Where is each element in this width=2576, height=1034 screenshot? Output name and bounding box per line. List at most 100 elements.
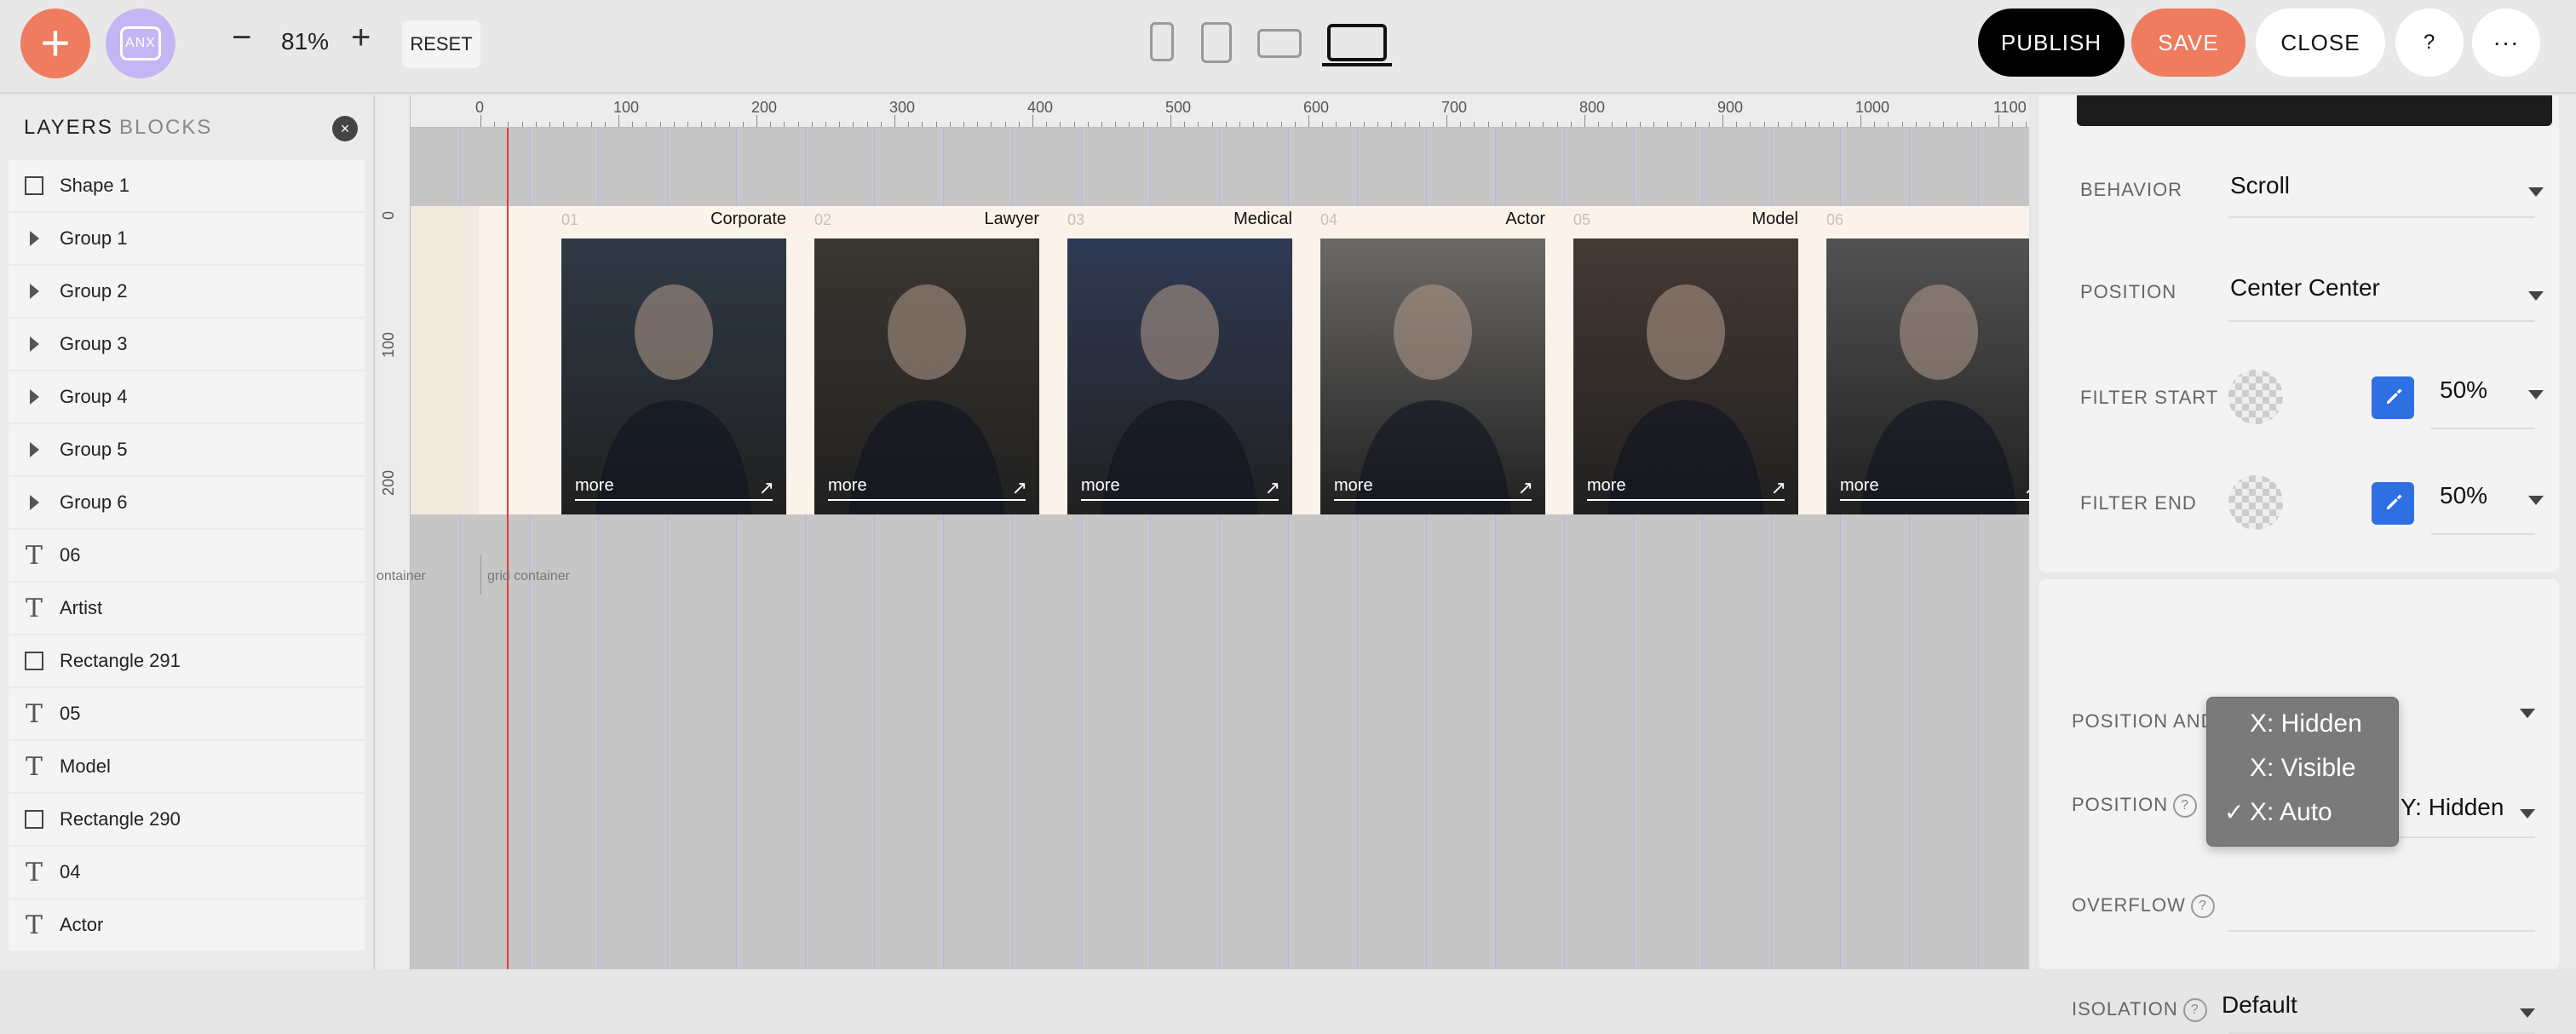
layer-item[interactable]: T Actor [9, 899, 365, 951]
ruler-tick [1184, 122, 1186, 127]
overflow-x-dropdown[interactable]: X: Hidden X: Visible X: Auto ✓ [2206, 697, 2399, 847]
layer-label: 05 [60, 703, 81, 724]
ruler-tick [1446, 115, 1447, 127]
zoom-in-button[interactable]: + [351, 20, 371, 55]
filter-end-value[interactable]: 50% [2440, 482, 2487, 509]
grid-container-label: grid container [487, 569, 570, 583]
card-more-link[interactable]: more [1334, 476, 1373, 496]
expand-triangle-icon[interactable] [9, 495, 60, 510]
layer-item[interactable]: Group 3 [9, 319, 365, 370]
ruler-tick [908, 122, 910, 127]
guide-line[interactable] [507, 128, 509, 969]
layer-item[interactable]: Group 4 [9, 371, 365, 422]
filter-start-color-swatch[interactable] [2228, 370, 2283, 424]
eyedropper-icon[interactable] [2372, 376, 2414, 419]
vertical-ruler: 0 100 200 [377, 95, 411, 969]
layer-item[interactable]: T Model [9, 741, 365, 792]
tablet-landscape-view-icon[interactable] [1257, 29, 1302, 58]
layer-item[interactable]: Rectangle 291 [9, 635, 365, 686]
reset-zoom-button[interactable]: RESET [402, 20, 480, 68]
ruler-tick [1336, 122, 1337, 127]
layer-item[interactable]: Shape 1 [9, 160, 365, 211]
portrait-card[interactable]: more ↗ [1320, 238, 1545, 514]
ruler-tick [715, 122, 716, 127]
behavior-select[interactable]: Scroll [2230, 172, 2290, 199]
ruler-tick [494, 122, 496, 127]
portrait-card[interactable]: more ↗ [814, 238, 1039, 514]
help-icon[interactable]: ? [2173, 794, 2198, 819]
card-more-link[interactable]: more [1587, 476, 1626, 496]
dropdown-option[interactable]: X: Auto [2250, 798, 2332, 827]
position-select[interactable]: Center Center [2230, 274, 2380, 302]
ruler-tick [1225, 122, 1227, 127]
help-icon[interactable]: ? [2190, 894, 2215, 919]
card-underline [1840, 499, 2029, 501]
ruler-tick [1308, 115, 1309, 127]
portrait-card[interactable]: more ↗ [561, 238, 786, 514]
chevron-down-icon[interactable] [2528, 291, 2544, 301]
design-canvas[interactable]: 0 100 200 300 400 500 600 700 800 900 1000 1100 0 10… [377, 95, 2029, 969]
ruler-left-label: 0 [380, 210, 397, 220]
expand-triangle-icon[interactable] [9, 389, 60, 405]
portrait-card[interactable]: more ↗ [1573, 238, 1798, 514]
dropdown-option[interactable]: X: Visible [2250, 754, 2356, 783]
expand-triangle-icon[interactable] [9, 336, 60, 352]
ruler-tick [1915, 122, 1917, 127]
save-button[interactable]: SAVE [2131, 9, 2245, 77]
layer-item[interactable]: Rectangle 290 [9, 794, 365, 845]
ruler-top-label: 500 [1165, 99, 1192, 116]
phone-view-icon[interactable] [1150, 22, 1174, 61]
layer-item[interactable]: T 04 [9, 847, 365, 898]
filter-end-color-swatch[interactable] [2228, 475, 2283, 530]
expand-triangle-icon[interactable] [9, 284, 60, 299]
ruler-tick [728, 122, 730, 127]
zoom-out-button[interactable]: − [232, 20, 251, 55]
layer-item[interactable]: T 06 [9, 530, 365, 581]
chevron-down-icon[interactable] [2528, 496, 2544, 505]
card-more-link[interactable]: more [1081, 476, 1120, 496]
eyedropper-icon[interactable] [2372, 482, 2414, 525]
portrait-card[interactable]: more ↗ [1826, 238, 2029, 514]
chevron-down-icon[interactable] [2528, 187, 2544, 197]
help-button[interactable]: ? [2395, 9, 2464, 77]
tablet-view-icon[interactable] [1201, 22, 1232, 63]
layer-item[interactable]: Group 2 [9, 266, 365, 317]
isolation-select[interactable]: Default [2222, 991, 2297, 1019]
app-logo-button[interactable]: ANX [106, 9, 175, 78]
layer-item[interactable]: T Artist [9, 583, 365, 634]
layer-item[interactable]: T 05 [9, 688, 365, 739]
portrait-card[interactable]: more ↗ [1067, 238, 1292, 514]
card-more-link[interactable]: more [1840, 476, 1879, 496]
ruler-tick [687, 122, 688, 127]
text-icon: T [25, 751, 43, 782]
overflow-y-value[interactable]: Y: Hidden [2401, 794, 2504, 821]
ruler-tick [1970, 122, 1972, 127]
card-more-link[interactable]: more [828, 476, 867, 496]
card-more-link[interactable]: more [575, 476, 614, 496]
layer-label: Group 1 [60, 227, 128, 249]
more-menu-button[interactable]: ··· [2472, 9, 2540, 77]
dropdown-option[interactable]: X: Hidden [2250, 709, 2362, 738]
tab-blocks[interactable]: BLOCKS [119, 116, 212, 140]
expand-triangle-icon[interactable] [9, 231, 60, 246]
expand-triangle-icon[interactable] [9, 442, 60, 457]
filter-start-value[interactable]: 50% [2440, 376, 2487, 404]
ruler-tick [1708, 122, 1710, 127]
position2-chevron-down-icon[interactable] [2520, 709, 2535, 718]
layer-item[interactable]: Group 1 [9, 213, 365, 264]
help-icon[interactable]: ? [2182, 998, 2207, 1023]
tab-layers[interactable]: LAYERS [24, 116, 113, 140]
ruler-tick [632, 122, 634, 127]
close-button[interactable]: CLOSE [2256, 9, 2385, 77]
chevron-down-icon[interactable] [2520, 1008, 2535, 1018]
layer-item[interactable]: Group 5 [9, 424, 365, 475]
layer-item[interactable]: Group 6 [9, 477, 365, 528]
ruler-tick [1280, 122, 1282, 127]
chevron-down-icon[interactable] [2528, 390, 2544, 399]
ruler-tick [1349, 122, 1351, 127]
overflow-chevron-down-icon[interactable] [2520, 809, 2535, 819]
publish-button[interactable]: PUBLISH [1978, 9, 2125, 77]
close-panel-icon[interactable]: × [332, 116, 358, 141]
add-element-button[interactable]: + [20, 9, 90, 78]
desktop-view-icon[interactable] [1327, 24, 1387, 61]
